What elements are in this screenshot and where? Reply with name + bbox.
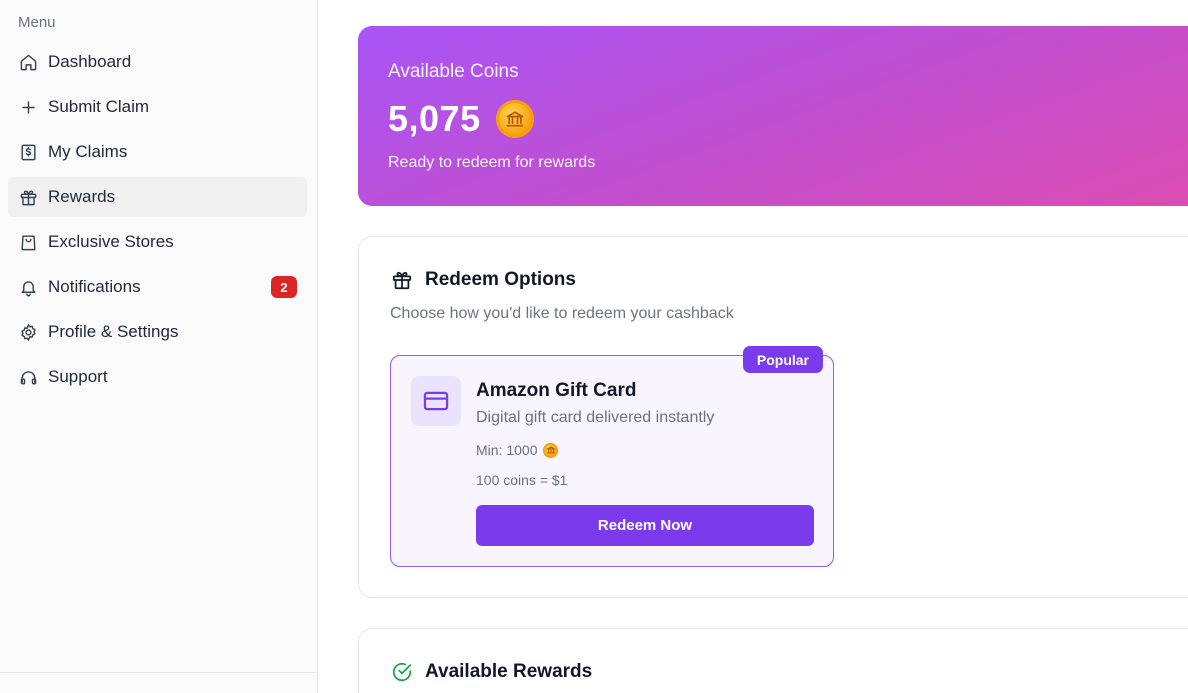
option-rate: 100 coins = $1 <box>476 472 568 488</box>
menu-heading: Menu <box>18 14 56 31</box>
notification-count-badge: 2 <box>271 276 297 298</box>
available-rewards-panel: Available Rewards <box>358 628 1188 693</box>
redeem-options-header: Redeem Options <box>391 269 576 291</box>
credit-card-icon <box>411 376 461 426</box>
redeem-options-subtitle: Choose how you'd like to redeem your cas… <box>390 305 734 322</box>
redeem-options-title: Redeem Options <box>425 269 576 290</box>
popular-badge: Popular <box>742 346 823 373</box>
sidebar-item-label: My Claims <box>48 142 128 161</box>
shopping-bag-icon <box>18 232 38 252</box>
sidebar-item-exclusive-stores[interactable]: Exclusive Stores <box>8 222 307 262</box>
sidebar-item-rewards[interactable]: Rewards <box>8 177 307 217</box>
home-icon <box>18 52 38 72</box>
gift-icon <box>18 187 38 207</box>
headphones-icon <box>18 367 38 387</box>
sidebar-footer-divider <box>0 672 318 673</box>
sidebar-item-notifications[interactable]: Notifications 2 <box>8 267 307 307</box>
coins-value: 5,075 <box>388 98 481 139</box>
gift-icon <box>392 271 412 290</box>
coins-subtitle: Ready to redeem for rewards <box>388 154 596 171</box>
option-title: Amazon Gift Card <box>476 380 637 401</box>
coins-label: Available Coins <box>388 61 519 82</box>
option-minimum: Min: 1000 <box>476 442 559 458</box>
sidebar-item-my-claims[interactable]: My Claims <box>8 132 307 172</box>
sidebar-item-support[interactable]: Support <box>8 357 307 397</box>
sidebar-item-label: Submit Claim <box>48 97 150 116</box>
coins-value-row: 5,075 <box>388 98 534 140</box>
sidebar-item-label: Exclusive Stores <box>48 232 174 251</box>
receipt-icon <box>18 142 38 162</box>
sidebar-item-profile-settings[interactable]: Profile & Settings <box>8 312 307 352</box>
sidebar-item-submit-claim[interactable]: Submit Claim <box>8 87 307 127</box>
option-minimum-text: Min: 1000 <box>476 442 538 458</box>
amazon-gift-card-option[interactable]: Popular Amazon Gift Card Digital gift ca… <box>390 346 834 567</box>
sidebar-item-label: Profile & Settings <box>48 322 179 341</box>
sidebar: Menu Dashboard Submit Claim My Claims Re… <box>0 0 318 693</box>
plus-icon <box>18 97 38 117</box>
redeem-options-panel: Redeem Options Choose how you'd like to … <box>358 236 1188 598</box>
option-description: Digital gift card delivered instantly <box>476 409 715 426</box>
coin-icon <box>495 100 534 138</box>
available-coins-card: Available Coins 5,075 Ready to redeem fo… <box>358 26 1188 206</box>
sidebar-item-dashboard[interactable]: Dashboard <box>8 42 307 82</box>
sidebar-item-label: Support <box>48 367 108 386</box>
coin-icon <box>543 442 559 458</box>
sidebar-item-label: Rewards <box>48 187 116 206</box>
available-rewards-title: Available Rewards <box>425 661 593 682</box>
gear-icon <box>18 322 38 342</box>
check-circle-icon <box>392 662 412 682</box>
redeem-now-button[interactable]: Redeem Now <box>476 505 814 546</box>
sidebar-item-label: Dashboard <box>48 52 132 71</box>
available-rewards-header: Available Rewards <box>391 661 592 683</box>
sidebar-nav: Dashboard Submit Claim My Claims Rewards… <box>8 42 307 402</box>
sidebar-item-label: Notifications <box>48 277 141 296</box>
bell-icon <box>18 277 38 297</box>
